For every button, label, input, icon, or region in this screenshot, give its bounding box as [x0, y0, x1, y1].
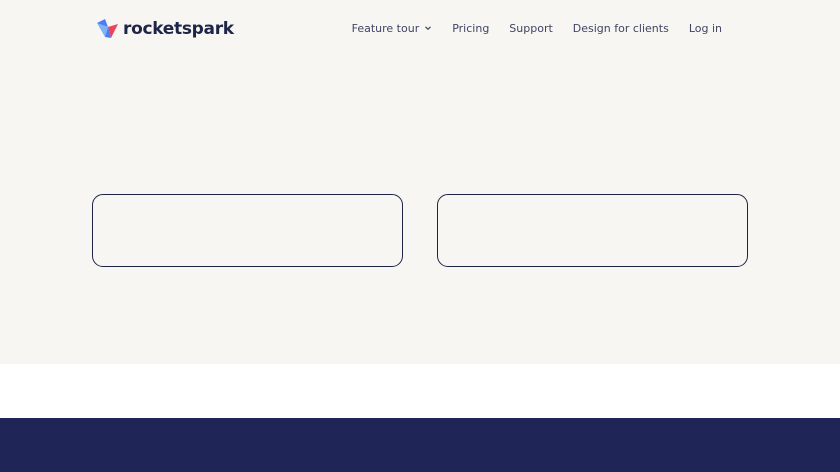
nav-log-in[interactable]: Log in [689, 22, 722, 35]
feature-card-left [92, 194, 403, 267]
nav-feature-tour[interactable]: Feature tour [352, 22, 433, 35]
footer-band [0, 418, 840, 472]
brand-name: rocketspark [123, 19, 234, 39]
hero-section: rocketspark Feature tour Pricing Support… [0, 0, 840, 364]
feature-card-right [437, 194, 748, 267]
rocketspark-logo[interactable]: rocketspark [96, 17, 234, 41]
site-header: rocketspark Feature tour Pricing Support… [0, 0, 840, 56]
rocket-logo-icon [97, 19, 118, 38]
nav-pricing[interactable]: Pricing [452, 22, 489, 35]
main-nav: Feature tour Pricing Support Design for … [352, 18, 722, 38]
content-band [0, 364, 840, 418]
nav-feature-tour-label: Feature tour [351, 21, 420, 35]
nav-support[interactable]: Support [509, 22, 552, 35]
chevron-down-icon [425, 26, 432, 31]
nav-design-for-clients[interactable]: Design for clients [573, 22, 669, 35]
